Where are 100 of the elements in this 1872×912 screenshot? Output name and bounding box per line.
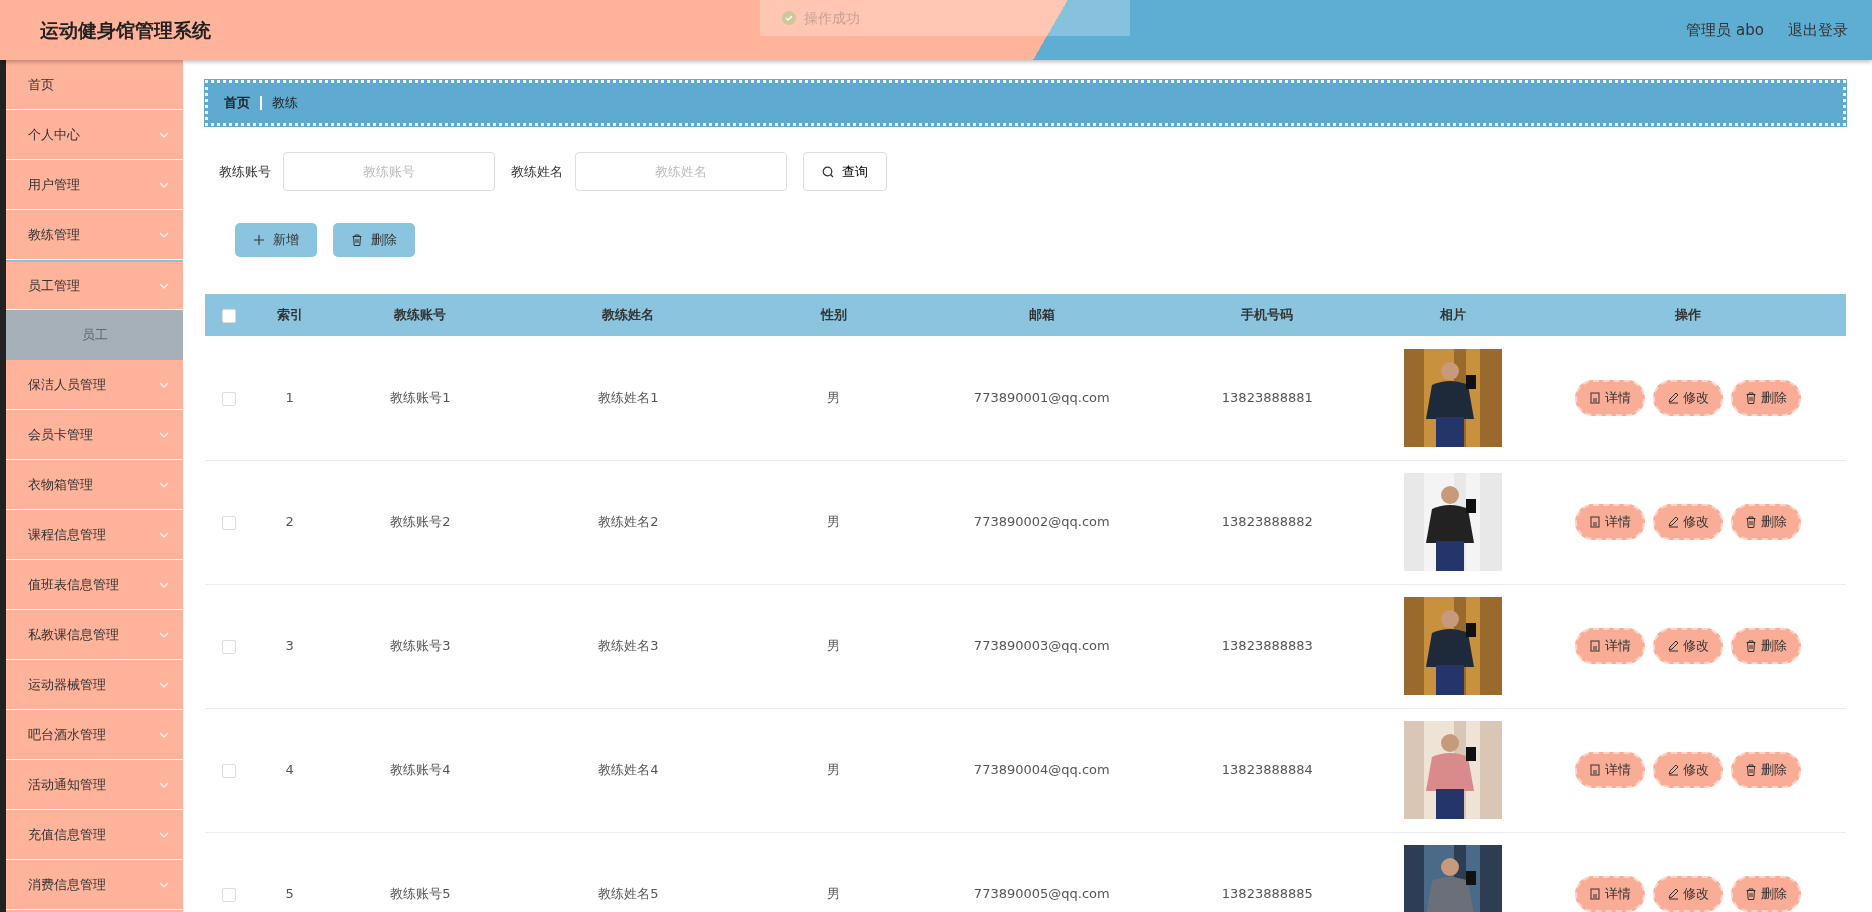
row-checkbox[interactable] [222,639,237,654]
delete-button[interactable]: 删除 [1730,379,1801,416]
chevron-icon [159,631,169,638]
table-cell: 4 [285,762,294,778]
column-header: 邮箱 [1028,307,1055,323]
table-cell: 773890002@qq.com [973,514,1110,530]
sidebar-item[interactable]: 值班表信息管理 [6,560,183,610]
table-cell: 5 [285,886,294,902]
row-checkbox[interactable] [222,391,237,406]
app-title: 运动健身馆管理系统 [39,17,211,43]
detail-button[interactable]: 详情 [1574,504,1645,540]
sidebar-item[interactable]: 充值信息管理 [6,810,183,860]
breadcrumb-item: 教练 [272,94,298,113]
trash-icon [1744,391,1757,404]
logout-link[interactable]: 退出登录 [1788,18,1848,42]
check-icon [782,11,796,25]
column-header: 相片 [1440,307,1467,323]
row-checkbox[interactable] [222,763,237,778]
sidebar-item[interactable]: 保洁人员管理 [6,360,183,410]
edit-button[interactable]: 修改 [1652,504,1723,540]
sidebar-item[interactable]: 私教课信息管理 [6,610,183,660]
edit-button[interactable]: 修改 [1652,379,1723,416]
edit-button[interactable]: 修改 [1652,628,1723,664]
trash-icon [1744,764,1757,776]
search-field[interactable]: 教练姓名 [575,152,787,191]
detail-button[interactable]: 详情 [1574,379,1645,416]
pencil-icon [1666,640,1679,652]
detail-button[interactable]: 详情 [1574,628,1645,664]
chevron-icon [159,681,169,688]
sidebar-item[interactable]: 衣物箱管理 [6,460,183,510]
breadcrumb-item[interactable]: 首页 [224,93,250,113]
search-button[interactable]: 查询 [803,152,887,191]
chevron-icon [159,282,169,289]
sidebar-item[interactable]: 个人中心 [6,110,183,160]
detail-button[interactable]: 详情 [1574,876,1645,912]
sidebar-item[interactable]: 会员卡管理 [6,410,183,460]
detail-button[interactable]: 详情 [1574,752,1645,788]
delete-button[interactable]: 删除 [1730,628,1801,664]
column-header: 索引 [276,307,303,323]
column-header: 手机号码 [1241,307,1294,323]
trash-icon [1744,888,1757,900]
sidebar-item[interactable]: 运动器械管理 [6,660,183,710]
table-cell: 773890005@qq.com [973,886,1110,902]
edit-button[interactable]: 修改 [1652,876,1723,912]
table-cell: 教练账号3 [390,638,451,654]
table-cell: 男 [827,638,841,654]
delete-button[interactable]: 删除 [1730,752,1801,788]
chevron-icon [159,781,169,788]
table-cell: 教练姓名4 [598,762,659,778]
document-icon [1588,391,1601,404]
chevron-icon [159,831,169,838]
sidebar-item[interactable]: 课程信息管理 [6,510,183,560]
plus-icon [253,234,265,246]
table-cell: 男 [827,762,841,778]
search-field[interactable]: 教练账号 [283,152,495,191]
chevron-icon [159,431,169,438]
delete-button[interactable]: 删除 [333,223,415,257]
table-cell: 教练姓名2 [598,514,659,530]
table-cell: 男 [827,886,841,902]
table-cell: 13823888883 [1221,638,1313,654]
table-cell: 13823888884 [1221,762,1313,778]
delete-button[interactable]: 删除 [1730,876,1801,912]
table-cell: 男 [827,514,841,530]
table-cell: 13823888882 [1221,514,1313,530]
chevron-icon [159,581,169,588]
table-cell: 13823888881 [1221,390,1313,405]
field-label: 教练账号 [219,162,271,181]
delete-button[interactable]: 删除 [1730,504,1801,540]
sidebar-item[interactable]: 消费信息管理 [6,860,183,910]
pencil-icon [1666,888,1679,900]
table-cell: 教练姓名1 [598,390,659,405]
table-cell: 773890004@qq.com [973,762,1110,778]
trash-icon [1744,640,1757,652]
edit-button[interactable]: 修改 [1652,752,1723,788]
chevron-icon [159,531,169,538]
chevron-icon [159,881,169,888]
column-header: 操作 [1674,307,1701,323]
field-label: 教练姓名 [511,162,563,181]
row-checkbox[interactable] [222,515,237,530]
sidebar-item[interactable]: 用户管理 [6,160,183,210]
sidebar-item[interactable]: 教练管理 [6,210,183,260]
document-icon [1588,888,1601,900]
row-checkbox[interactable] [222,887,237,902]
sidebar-item[interactable]: 吧台酒水管理 [6,710,183,760]
trash-icon [1744,516,1757,528]
table-cell: 13823888885 [1221,886,1313,902]
table-cell: 教练账号1 [390,390,451,405]
sidebar-item[interactable]: 活动通知管理 [6,760,183,810]
pencil-icon [1666,764,1679,776]
table-cell: 教练姓名5 [598,886,659,902]
add-button[interactable]: 新增 [235,223,317,257]
select-all-checkbox[interactable] [222,308,237,323]
chevron-icon [159,131,169,138]
sidebar-item[interactable]: 首页 [6,60,183,110]
column-header: 教练账号 [394,307,447,323]
chevron-icon [159,481,169,488]
document-icon [1588,516,1601,528]
chevron-icon [159,181,169,188]
column-header: 教练姓名 [602,307,655,323]
table-cell: 教练账号4 [390,762,451,778]
